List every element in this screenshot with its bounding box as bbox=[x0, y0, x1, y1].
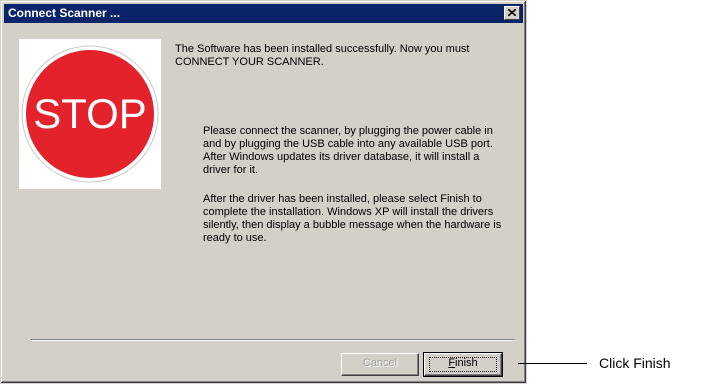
finish-button[interactable]: Finish bbox=[423, 352, 503, 377]
connect-instructions: Please connect the scanner, by plugging … bbox=[203, 125, 493, 176]
stop-sign-image: STOP bbox=[19, 39, 161, 189]
intro-message: The Software has been installed successf… bbox=[175, 43, 470, 68]
close-icon bbox=[508, 9, 516, 16]
finish-label-rest: inish bbox=[455, 357, 478, 369]
callout-label: Click Finish bbox=[599, 355, 671, 371]
cancel-button[interactable]: Cancel bbox=[341, 353, 419, 376]
cancel-button-label: Cancel bbox=[362, 357, 398, 369]
finish-button-label: Finish bbox=[448, 357, 477, 369]
window-title: Connect Scanner ... bbox=[8, 6, 121, 20]
title-bar[interactable]: Connect Scanner ... bbox=[4, 4, 523, 23]
callout-line bbox=[518, 363, 587, 364]
stop-sign-text: STOP bbox=[33, 90, 147, 137]
connect-scanner-dialog: Connect Scanner ... STOP The Software ha… bbox=[0, 0, 527, 384]
finish-instructions: After the driver has been installed, ple… bbox=[203, 193, 502, 244]
separator bbox=[31, 339, 515, 341]
close-button[interactable] bbox=[504, 6, 520, 20]
